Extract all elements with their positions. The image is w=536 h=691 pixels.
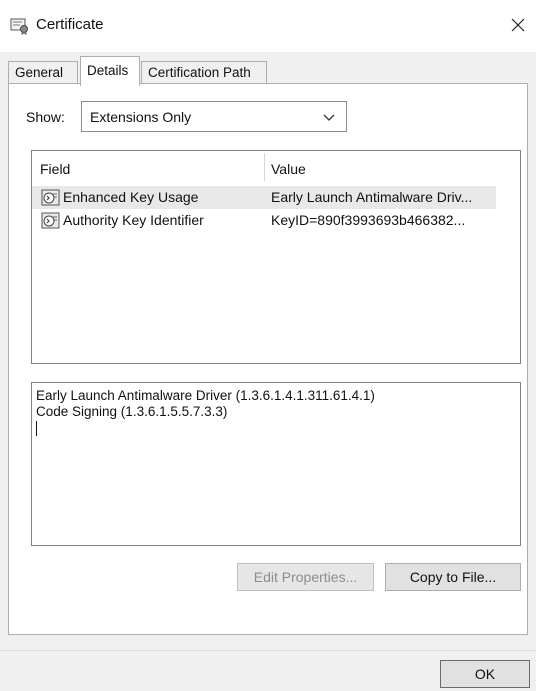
window-title: Certificate [36,16,104,33]
list-row-authority-key-identifier[interactable]: Authority Key Identifier KeyID=890f39936… [32,209,496,232]
list-header: Field Value [32,151,492,183]
row-value: KeyID=890f3993693b466382... [271,212,466,228]
details-panel: Show: Extensions Only Field Value Enhanc… [8,83,528,635]
title-bar: Certificate [0,0,536,52]
extension-icon [41,212,61,230]
tab-general[interactable]: General [8,61,78,85]
tab-details[interactable]: Details [80,56,140,86]
footer-divider [0,650,536,651]
column-header-value[interactable]: Value [271,161,306,177]
row-field: Authority Key Identifier [63,212,204,228]
fields-list[interactable]: Field Value Enhanced Key Usage Early Lau… [31,150,521,364]
list-row-enhanced-key-usage[interactable]: Enhanced Key Usage Early Launch Antimalw… [32,186,496,209]
copy-to-file-button[interactable]: Copy to File... [385,563,521,591]
tab-certification-path[interactable]: Certification Path [141,61,267,85]
show-label: Show: [26,109,65,125]
row-field: Enhanced Key Usage [63,189,199,205]
column-divider[interactable] [264,153,265,181]
detail-line: Code Signing (1.3.6.1.5.5.7.3.3) [36,404,228,419]
show-dropdown-value: Extensions Only [90,109,192,125]
close-icon [510,17,526,36]
certificate-icon [10,17,30,35]
row-value: Early Launch Antimalware Driv... [271,189,473,205]
certificate-dialog: Certificate General Details Certificatio… [0,0,536,691]
ok-button[interactable]: OK [440,660,530,688]
text-caret [36,420,516,436]
tab-strip: General Details Certification Path [0,52,536,86]
edit-properties-button[interactable]: Edit Properties... [237,563,374,591]
extension-icon [41,189,61,207]
close-button[interactable] [500,8,536,44]
detail-line: Early Launch Antimalware Driver (1.3.6.1… [36,388,375,403]
chevron-down-icon [322,111,336,123]
show-dropdown[interactable]: Extensions Only [81,101,347,132]
field-value-textbox[interactable]: Early Launch Antimalware Driver (1.3.6.1… [31,382,521,546]
column-header-field[interactable]: Field [40,161,70,177]
